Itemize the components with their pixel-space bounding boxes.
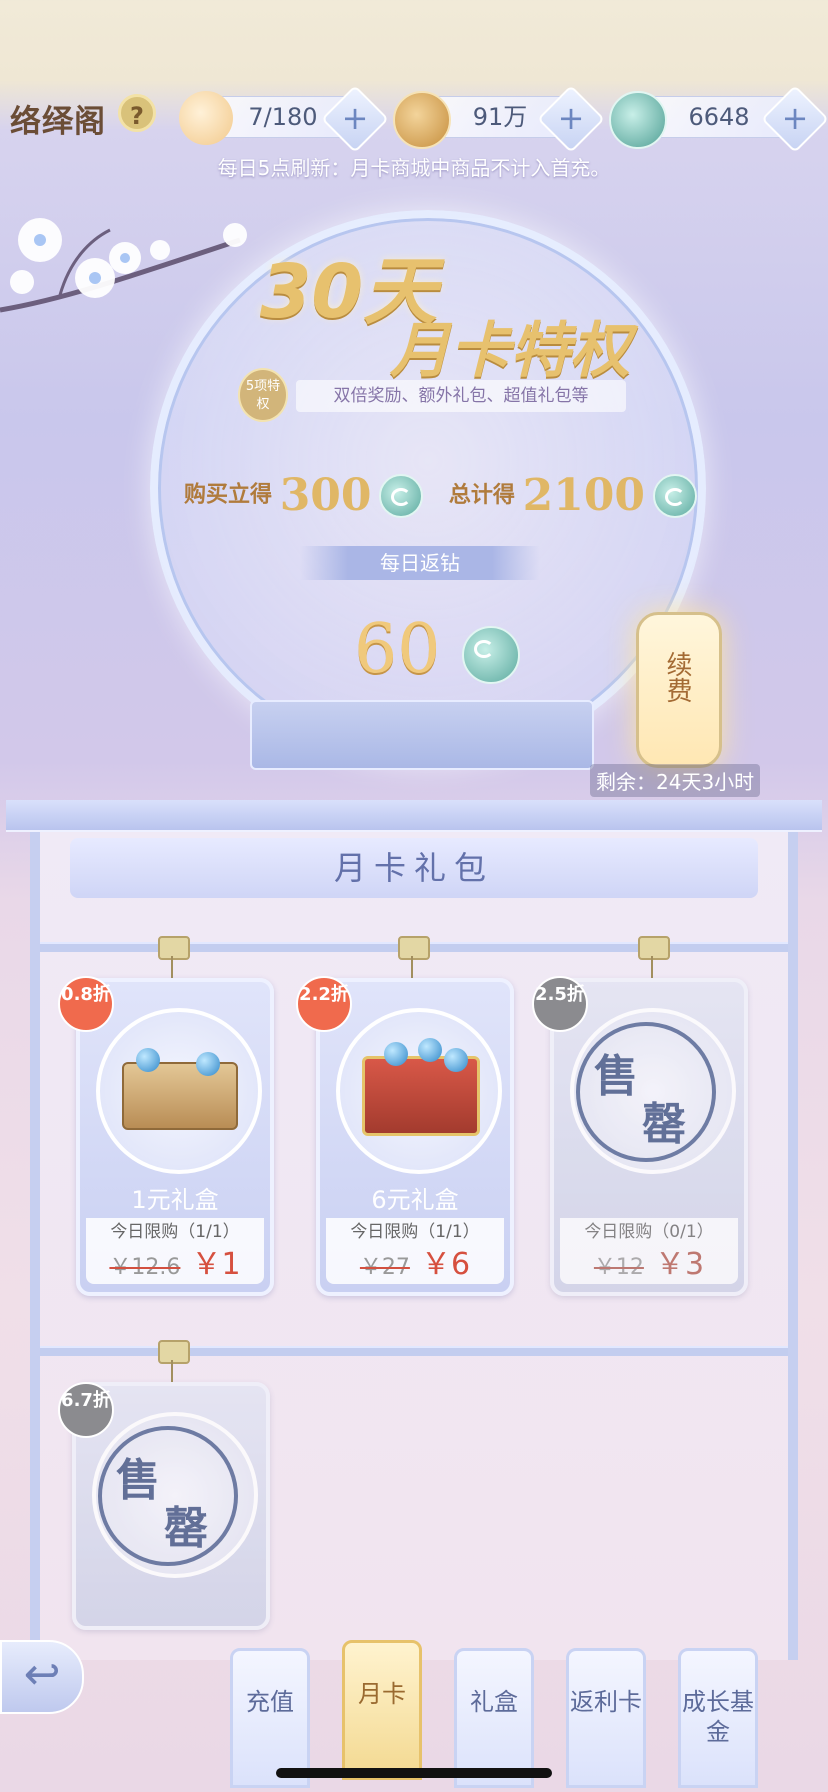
privilege-count-badge: 5项特权 (238, 368, 288, 422)
sale-price: ￥1 (191, 1247, 241, 1282)
sold-out-char: 罄 (164, 1503, 208, 1554)
home-indicator[interactable] (276, 1768, 552, 1778)
renew-label: 续费 (662, 651, 692, 703)
tab-label: 充值 (246, 1688, 294, 1716)
original-price: ￥12 (593, 1255, 644, 1280)
hook-icon (158, 936, 190, 960)
buy-reward-line: 购买立得 300 总计得 2100 (184, 470, 697, 521)
paw-coin-icon (393, 91, 451, 149)
cat-face-icon (179, 91, 233, 145)
gift-price: ￥12.6 ￥1 (86, 1246, 264, 1284)
plus-icon: + (557, 99, 585, 137)
coins-resource: 91万 + (393, 85, 605, 153)
jade-gem-icon (379, 473, 424, 518)
daily-return-amount: 60 (354, 610, 521, 689)
daily-amount-value: 60 (354, 610, 441, 689)
sold-out-char: 售 (594, 1051, 638, 1102)
plus-icon: + (341, 99, 369, 137)
tab-gift-box[interactable]: 礼盒 (454, 1648, 534, 1788)
original-price: ￥27 (359, 1255, 410, 1280)
jade-gem-icon (462, 625, 521, 684)
sold-out-stamp: 售 罄 (576, 1022, 716, 1162)
gift-box-icon (122, 1062, 238, 1130)
remaining-time: 剩余：24天3小时 (590, 764, 761, 797)
renew-lantern-button[interactable]: 续费 (636, 612, 722, 768)
add-gems-button[interactable]: + (761, 85, 828, 153)
page-title: 络绎阁 (10, 104, 106, 140)
jade-gem-icon (652, 473, 697, 518)
stamina-resource: 7/180 + (179, 85, 389, 153)
hook-string (171, 1360, 173, 1382)
gift-name: 6元礼盒 (371, 1186, 459, 1214)
gift-limit: 今日限购（1/1） (326, 1218, 504, 1246)
buy-label: 购买立得 (184, 482, 273, 508)
tab-month-card[interactable]: 月卡 (342, 1640, 422, 1780)
tab-recharge[interactable]: 充值 (230, 1648, 310, 1788)
gift-limit: 今日限购（1/1） (86, 1218, 264, 1246)
add-stamina-button[interactable]: + (321, 85, 389, 153)
gift-price: ￥12 ￥3 (560, 1246, 738, 1284)
gift-price: ￥27 ￥6 (326, 1246, 504, 1284)
gift-card-6yuan[interactable]: 6元礼盒 今日限购（1/1） ￥27 ￥6 (316, 978, 514, 1296)
discount-badge: 6.7折 (58, 1382, 114, 1438)
moon-stand (250, 700, 594, 770)
hanging-rail (40, 1346, 788, 1356)
plus-icon: + (781, 99, 809, 137)
gift-limit: 今日限购（0/1） (560, 1218, 738, 1246)
tab-label: 礼盒 (470, 1688, 518, 1716)
add-coins-button[interactable]: + (537, 85, 605, 153)
coins-value: 91万 (472, 103, 528, 131)
privilege-features: 双倍奖励、额外礼包、超值礼包等 (296, 380, 626, 412)
hook-string (651, 956, 653, 978)
discount-badge: 0.8折 (58, 976, 114, 1032)
tab-label: 返利卡 (570, 1688, 642, 1716)
tab-rebate-card[interactable]: 返利卡 (566, 1648, 646, 1788)
sale-price: ￥6 (421, 1247, 471, 1282)
gift-card-sold-out: 售 罄 今日限购（0/1） ￥12 ￥3 (550, 978, 748, 1296)
refresh-notice: 每日5点刷新：月卡商城中商品不计入首充。 (217, 156, 611, 180)
sale-price: ￥3 (655, 1247, 705, 1282)
jade-gem-icon (609, 91, 667, 149)
hook-icon (398, 936, 430, 960)
gift-card-1yuan[interactable]: 1元礼盒 今日限购（1/1） ￥12.6 ￥1 (76, 978, 274, 1296)
month-card-privilege-title: 月卡特权 (390, 316, 630, 386)
tab-label: 成长基金 (682, 1688, 754, 1746)
gift-name: 1元礼盒 (131, 1186, 219, 1214)
back-button[interactable]: ↩ (0, 1640, 84, 1714)
sold-out-stamp: 售 罄 (98, 1426, 238, 1566)
frame-roof (6, 800, 822, 832)
tab-label: 月卡 (358, 1680, 406, 1708)
sold-out-char: 罄 (642, 1099, 686, 1150)
hook-string (411, 956, 413, 978)
gems-resource: 6648 + (609, 85, 828, 153)
discount-badge: 2.2折 (296, 976, 352, 1032)
gift-image (96, 1008, 262, 1174)
daily-return-label: 每日返钻 (300, 546, 540, 580)
sold-out-char: 售 (116, 1455, 160, 1506)
discount-badge: 2.5折 (532, 976, 588, 1032)
buy-amount: 300 (279, 470, 372, 521)
gift-section-title: 月卡礼包 (70, 838, 758, 898)
stamina-value: 7/180 (248, 103, 318, 131)
gems-value: 6648 (688, 103, 750, 131)
tab-growth-fund[interactable]: 成长基金 (678, 1648, 758, 1788)
help-button[interactable]: ? (118, 94, 156, 132)
original-price: ￥12.6 (109, 1255, 181, 1280)
hook-icon (158, 1340, 190, 1364)
total-label: 总计得 (448, 482, 515, 508)
gift-image (336, 1008, 502, 1174)
hook-icon (638, 936, 670, 960)
total-amount: 2100 (522, 470, 646, 521)
hook-string (171, 956, 173, 978)
